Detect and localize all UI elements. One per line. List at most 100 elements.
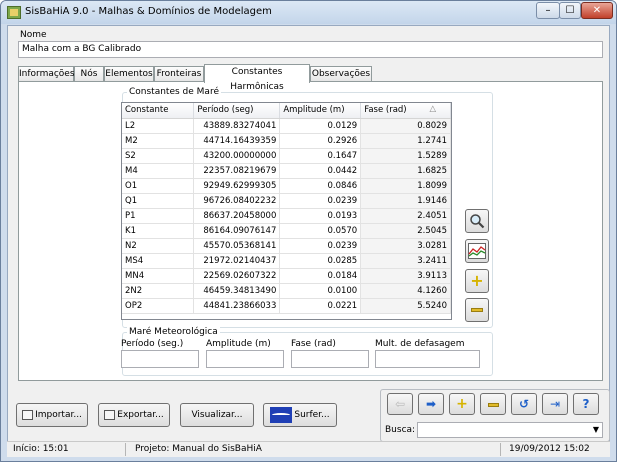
cell-amplitude[interactable]: 0.0285 [279,253,362,269]
visualizar-button[interactable]: Visualizar... [180,403,254,427]
cell-fase[interactable]: 3.0281 [360,238,451,254]
table-row[interactable]: S2 43200.00000000 0.1647 1.5289 [122,148,451,164]
minimize-button[interactable]: – [536,2,560,19]
cell-amplitude[interactable]: 0.0846 [279,178,362,194]
back-button[interactable]: ⇦ [387,393,413,415]
table-row[interactable]: MS4 21972.02140437 0.0285 3.2411 [122,253,451,269]
col-header-amplitude[interactable]: Amplitude (m) [279,103,362,119]
amplitude-field[interactable] [206,350,284,368]
cell-fase[interactable]: 3.9113 [360,268,451,284]
cell-periodo[interactable]: 22357.08219679 [193,163,281,179]
cell-fase[interactable]: 1.9146 [360,193,451,209]
cell-fase[interactable]: 1.2741 [360,133,451,149]
col-header-periodo[interactable]: Período (seg) [193,103,281,119]
cell-amplitude[interactable]: 0.2926 [279,133,362,149]
cell-fase[interactable]: 2.5045 [360,223,451,239]
undo-button[interactable]: ↺ [511,393,537,415]
cell-amplitude[interactable]: 0.0193 [279,208,362,224]
search-button[interactable] [465,209,489,233]
cell-amplitude[interactable]: 0.0100 [279,283,362,299]
cell-periodo[interactable]: 45570.05368141 [193,238,281,254]
nav-remove-button[interactable] [480,393,506,415]
cell-fase[interactable]: 1.6825 [360,163,451,179]
cell-amplitude[interactable]: 0.0570 [279,223,362,239]
table-row[interactable]: L2 43889.83274041 0.0129 0.8029 [122,118,451,134]
table-row[interactable]: K1 86164.09076147 0.0570 2.5045 [122,223,451,239]
cell-constante[interactable]: N2 [122,238,195,254]
nome-field[interactable]: Malha com a BG Calibrado [18,41,603,58]
cell-constante[interactable]: 2N2 [122,283,195,299]
cell-constante[interactable]: P1 [122,208,195,224]
periodo-field[interactable] [121,350,199,368]
cell-constante[interactable]: M2 [122,133,195,149]
cell-periodo[interactable]: 92949.62999305 [193,178,281,194]
constantes-grid[interactable]: Constante Período (seg) Amplitude (m) Fa… [121,102,452,320]
defasagem-field[interactable] [375,350,480,368]
tab-constantes-harmonicas[interactable]: Constantes Harmônicas [204,64,310,92]
table-row[interactable]: N2 45570.05368141 0.0239 3.0281 [122,238,451,254]
cell-constante[interactable]: MN4 [122,268,195,284]
close-button[interactable]: ✕ [581,2,613,19]
nav-add-button[interactable]: + [449,393,475,415]
importar-button[interactable]: Importar... [16,403,88,427]
tab-nos[interactable]: Nós [74,66,104,82]
table-row[interactable]: P1 86637.20458000 0.0193 2.4051 [122,208,451,224]
busca-dropdown[interactable]: ▼ [417,422,603,438]
exit-button[interactable]: ⇥ [542,393,568,415]
cell-periodo[interactable]: 44714.16439359 [193,133,281,149]
cell-periodo[interactable]: 86637.20458000 [193,208,281,224]
cell-amplitude[interactable]: 0.0442 [279,163,362,179]
col-header-fase[interactable]: Fase (rad) △ [360,103,451,119]
cell-amplitude[interactable]: 0.0184 [279,268,362,284]
table-row[interactable]: M4 22357.08219679 0.0442 1.6825 [122,163,451,179]
table-row[interactable]: MN4 22569.02607322 0.0184 3.9113 [122,268,451,284]
cell-constante[interactable]: M4 [122,163,195,179]
add-row-button[interactable]: + [465,269,489,293]
cell-fase[interactable]: 1.8099 [360,178,451,194]
tab-fronteiras[interactable]: Fronteiras [154,66,204,82]
cell-periodo[interactable]: 44841.23866033 [193,298,281,314]
cell-constante[interactable]: O1 [122,178,195,194]
cell-constante[interactable]: L2 [122,118,195,134]
cell-constante[interactable]: S2 [122,148,195,164]
cell-fase[interactable]: 3.2411 [360,253,451,269]
cell-constante[interactable]: MS4 [122,253,195,269]
cell-amplitude[interactable]: 0.0221 [279,298,362,314]
tab-informacoes[interactable]: Informações [18,66,75,82]
cell-periodo[interactable]: 46459.34813490 [193,283,281,299]
cell-constante[interactable]: OP2 [122,298,195,314]
exportar-button[interactable]: Exportar... [98,403,170,427]
col-header-constante[interactable]: Constante [122,103,195,119]
tab-observacoes[interactable]: Observações [310,66,372,82]
forward-button[interactable]: ➡ [418,393,444,415]
table-row[interactable]: 2N2 46459.34813490 0.0100 4.1260 [122,283,451,299]
cell-fase[interactable]: 4.1260 [360,283,451,299]
cell-fase[interactable]: 0.8029 [360,118,451,134]
cell-periodo[interactable]: 96726.08402232 [193,193,281,209]
cell-amplitude[interactable]: 0.1647 [279,148,362,164]
cell-periodo[interactable]: 86164.09076147 [193,223,281,239]
cell-fase[interactable]: 2.4051 [360,208,451,224]
cell-constante[interactable]: Q1 [122,193,195,209]
cell-constante[interactable]: K1 [122,223,195,239]
surfer-button[interactable]: Surfer... [263,403,337,427]
cell-fase[interactable]: 5.5240 [360,298,451,314]
help-button[interactable]: ? [573,393,599,415]
cell-periodo[interactable]: 43200.00000000 [193,148,281,164]
table-row[interactable]: Q1 96726.08402232 0.0239 1.9146 [122,193,451,209]
cell-amplitude[interactable]: 0.0239 [279,238,362,254]
remove-row-button[interactable] [465,298,489,322]
cell-fase[interactable]: 1.5289 [360,148,451,164]
cell-periodo[interactable]: 43889.83274041 [193,118,281,134]
cell-periodo[interactable]: 21972.02140437 [193,253,281,269]
fase-field[interactable] [291,350,369,368]
table-row[interactable]: M2 44714.16439359 0.2926 1.2741 [122,133,451,149]
table-row[interactable]: O1 92949.62999305 0.0846 1.8099 [122,178,451,194]
maximize-button[interactable]: ☐ [559,2,581,19]
cell-amplitude[interactable]: 0.0239 [279,193,362,209]
cell-periodo[interactable]: 22569.02607322 [193,268,281,284]
table-row[interactable]: OP2 44841.23866033 0.0221 5.5240 [122,298,451,314]
chart-button[interactable] [465,239,489,263]
title-bar[interactable]: SisBaHiA 9.0 - Malhas & Domínios de Mode… [1,1,616,24]
cell-amplitude[interactable]: 0.0129 [279,118,362,134]
